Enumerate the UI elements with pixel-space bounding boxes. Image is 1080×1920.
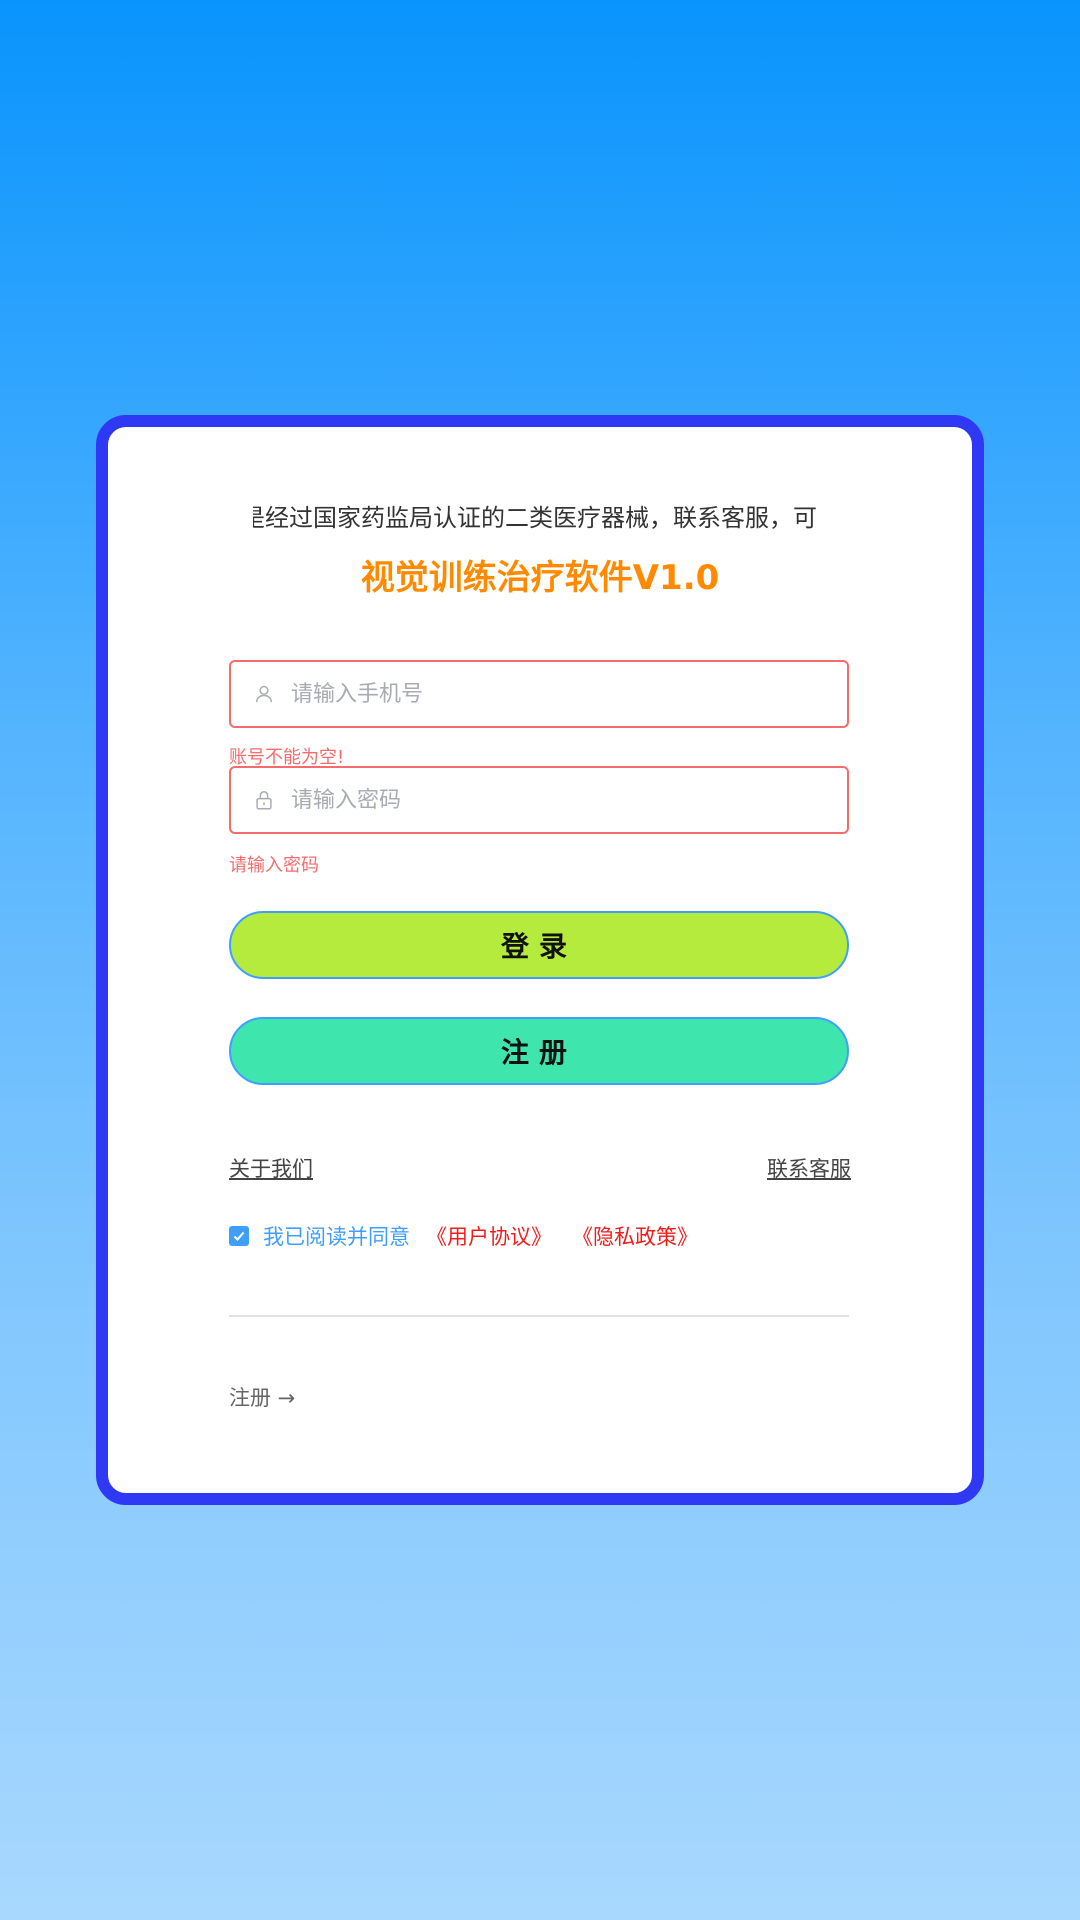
- footer-register-link[interactable]: 注册 →: [229, 1383, 295, 1413]
- login-button[interactable]: 登录: [229, 911, 849, 979]
- about-us-link[interactable]: 关于我们: [229, 1154, 313, 1184]
- user-agreement-link[interactable]: 《用户协议》: [426, 1221, 552, 1251]
- login-card: 是经过国家药监局认证的二类医疗器械，联系客服，可I 视觉训练治疗软件V1.0 账…: [96, 415, 984, 1505]
- agreement-text: 我已阅读并同意: [263, 1225, 410, 1249]
- phone-input[interactable]: [291, 664, 847, 724]
- register-button[interactable]: 注册: [229, 1017, 849, 1085]
- password-error: 请输入密码: [229, 855, 319, 876]
- password-field[interactable]: [229, 766, 849, 834]
- lock-icon: [256, 791, 272, 810]
- agreement-row: 我已阅读并同意 《用户协议》 《隐私政策》: [229, 1221, 718, 1251]
- divider: [229, 1315, 849, 1317]
- notice-marquee: 是经过国家药监局认证的二类医疗器械，联系客服，可I: [253, 496, 819, 540]
- app-title: 视觉训练治疗软件V1.0: [360, 558, 720, 598]
- privacy-policy-link[interactable]: 《隐私政策》: [572, 1221, 698, 1251]
- contact-service-link[interactable]: 联系客服: [767, 1154, 851, 1184]
- agreement-checkbox[interactable]: [229, 1226, 249, 1246]
- checkmark-icon: [233, 1231, 245, 1241]
- password-input[interactable]: [291, 770, 847, 830]
- notice-marquee-text: 是经过国家药监局认证的二类医疗器械，联系客服，可I: [253, 504, 819, 532]
- phone-field[interactable]: [229, 660, 849, 728]
- user-icon: [255, 685, 273, 703]
